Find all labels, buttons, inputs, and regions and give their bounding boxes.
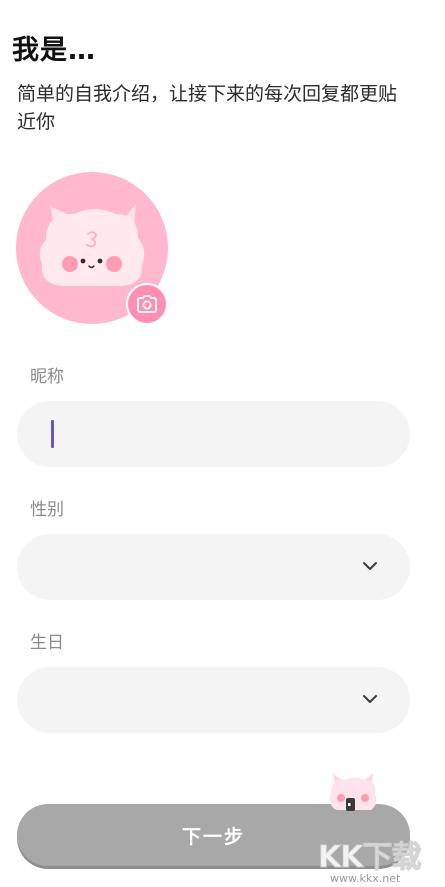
nickname-label: 昵称 [30,367,64,387]
watermark-url: www.kkx.net [330,872,401,885]
nickname-input[interactable] [17,401,410,467]
text-cursor [51,420,54,448]
chevron-down-icon [363,695,377,703]
gender-select[interactable] [17,534,410,600]
birthday-label: 生日 [30,633,64,653]
gender-label: 性别 [30,500,64,520]
next-step-label: 下一步 [181,825,245,848]
birthday-select[interactable] [17,667,410,733]
cat-mascot-icon [329,773,377,811]
page-subtitle: 简单的自我介绍，让接下来的每次回复都更贴近你 [17,83,398,133]
page-title: 我是… [12,35,96,66]
watermark-logo: KK下载 [318,840,422,876]
change-avatar-button[interactable] [126,283,168,325]
chevron-down-icon [363,562,377,570]
camera-icon [137,295,157,313]
